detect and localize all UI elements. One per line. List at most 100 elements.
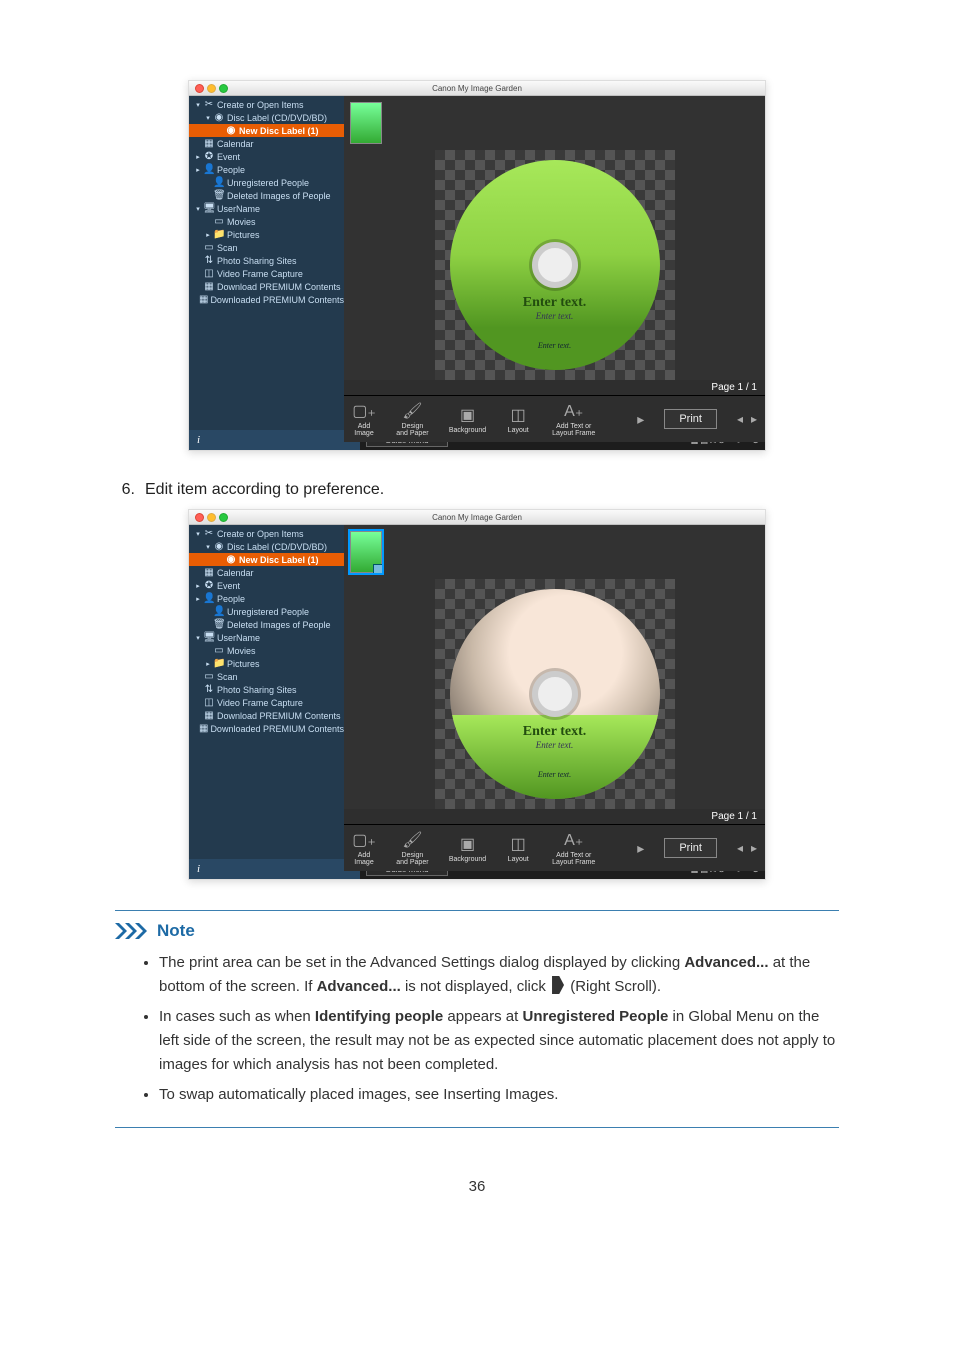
sidebar-item-disc-label[interactable]: ▾◉Disc Label (CD/DVD/BD) [189,540,344,553]
prev-page-icon[interactable]: ◂ [737,841,743,855]
people-icon: 👤 [203,164,215,175]
sidebar-item-downloaded-premium[interactable]: ▦Downloaded PREMIUM Contents [189,722,344,735]
sidebar-item-label: Pictures [227,659,260,669]
sidebar-item-download-premium[interactable]: ▦Download PREMIUM Contents [189,709,344,722]
disc-preview[interactable]: Enter text. Enter text. Enter text. [435,150,675,380]
page-thumbnail[interactable] [350,531,382,573]
sidebar-item-label: Photo Sharing Sites [217,256,297,266]
note-bullet-2: In cases such as when Identifying people… [159,1005,839,1077]
sidebar-item-downloaded-premium[interactable]: ▦Downloaded PREMIUM Contents [189,293,344,306]
add-text-button[interactable]: A₊Add Text or Layout Frame [550,401,597,437]
sidebar-item-label: Movies [227,646,256,656]
sidebar-item-pictures[interactable]: ▸📁Pictures [189,657,344,670]
sidebar-item-label: Download PREMIUM Contents [217,711,341,721]
photo-sharing-icon: ⇅ [203,255,215,266]
design-paper-button[interactable]: 🖌Design and Paper [396,401,429,437]
username-icon: 🖥 [203,632,215,643]
sidebar-item-label: Scan [217,672,238,682]
prev-page-icon[interactable]: ◂ [737,412,743,426]
sidebar-item-disc-label[interactable]: ▾◉Disc Label (CD/DVD/BD) [189,111,344,124]
sidebar-item-movies[interactable]: ▭Movies [189,644,344,657]
print-button[interactable]: Print [664,409,717,429]
next-page-icon[interactable]: ▸ [751,412,757,426]
sidebar-item-label: Disc Label (CD/DVD/BD) [227,113,327,123]
disc-text-3[interactable]: Enter text. [538,341,571,350]
event-icon: ✪ [203,151,215,162]
page-number: 36 [115,1178,839,1195]
sidebar-item-download-premium[interactable]: ▦Download PREMIUM Contents [189,280,344,293]
sidebar-item-photo-sharing[interactable]: ⇅Photo Sharing Sites [189,254,344,267]
sidebar-item-deleted-images[interactable]: 🗑Deleted Images of People [189,189,344,202]
disc-text-2[interactable]: Enter text. [536,740,574,750]
scan-icon: ▭ [203,671,215,682]
calendar-icon: ▦ [203,567,215,578]
sidebar-item-photo-sharing[interactable]: ⇅Photo Sharing Sites [189,683,344,696]
sidebar-item-create-open[interactable]: ▾✂Create or Open Items [189,527,344,540]
print-button[interactable]: Print [664,838,717,858]
page-indicator: Page 1 / 1 [344,380,765,395]
sidebar-item-video-frame[interactable]: ◫Video Frame Capture [189,267,344,280]
sidebar-item-movies[interactable]: ▭Movies [189,215,344,228]
sidebar-item-label: People [217,594,245,604]
disc-text-3[interactable]: Enter text. [538,770,571,779]
page-thumbnail[interactable] [350,102,382,144]
app-window-2: Canon My Image Garden ▾✂Create or Open I… [188,509,766,880]
disc-text-1[interactable]: Enter text. [523,295,587,311]
disc-text-2[interactable]: Enter text. [536,311,574,321]
sidebar-item-label: Unregistered People [227,607,309,617]
sidebar-item-label: Event [217,152,240,162]
titlebar: Canon My Image Garden [189,81,765,96]
sidebar-item-label: Scan [217,243,238,253]
sidebar-item-scan[interactable]: ▭Scan [189,241,344,254]
sidebar-item-new-disc-label[interactable]: ◉New Disc Label (1) [189,124,344,137]
sidebar-item-unregistered-people[interactable]: 👤Unregistered People [189,176,344,189]
disc-label-icon: ◉ [213,541,225,552]
sidebar-item-people[interactable]: ▸👤People [189,592,344,605]
add-text-button[interactable]: A₊Add Text or Layout Frame [550,830,597,866]
sidebar-item-people[interactable]: ▸👤People [189,163,344,176]
sidebar-item-username[interactable]: ▾🖥UserName [189,202,344,215]
sidebar-item-scan[interactable]: ▭Scan [189,670,344,683]
disc-text-1[interactable]: Enter text. [523,724,587,740]
photo-sharing-icon: ⇅ [203,684,215,695]
sidebar-item-pictures[interactable]: ▸📁Pictures [189,228,344,241]
sidebar-item-calendar[interactable]: ▦Calendar [189,137,344,150]
sidebar-item-label: Photo Sharing Sites [217,685,297,695]
pictures-icon: 📁 [213,658,225,669]
background-button[interactable]: ▣Background [449,834,486,863]
layout-button[interactable]: ◫Layout [506,405,530,434]
note-box: Note The print area can be set in the Ad… [115,910,839,1128]
create-open-icon: ✂ [203,528,215,539]
sidebar-item-username[interactable]: ▾🖥UserName [189,631,344,644]
canvas: Enter text. Enter text. Enter text. Page… [344,96,765,430]
next-page-icon[interactable]: ▸ [751,841,757,855]
add-image-button[interactable]: ▢₊Add Image [352,401,376,437]
sidebar-item-calendar[interactable]: ▦Calendar [189,566,344,579]
sidebar-item-event[interactable]: ▸✪Event [189,150,344,163]
layout-button[interactable]: ◫Layout [506,834,530,863]
download-premium-icon: ▦ [203,281,215,292]
sidebar-item-deleted-images[interactable]: 🗑Deleted Images of People [189,618,344,631]
downloaded-premium-icon: ▦ [199,294,208,305]
create-open-icon: ✂ [203,99,215,110]
sidebar-item-new-disc-label[interactable]: ◉New Disc Label (1) [189,553,344,566]
movies-icon: ▭ [213,645,225,656]
step-text: Edit item according to preference. [145,481,384,499]
disc-hole [532,671,578,717]
sidebar-item-label: Calendar [217,139,254,149]
info-tip: i [189,430,360,450]
deleted-images-icon: 🗑 [213,619,225,630]
background-button[interactable]: ▣Background [449,405,486,434]
unregistered-people-icon: 👤 [213,177,225,188]
sidebar-item-create-open[interactable]: ▾✂Create or Open Items [189,98,344,111]
sidebar-item-unregistered-people[interactable]: 👤Unregistered People [189,605,344,618]
sidebar-item-label: UserName [217,633,260,643]
sidebar-item-event[interactable]: ▸✪Event [189,579,344,592]
disc-label-icon: ◉ [213,112,225,123]
add-image-button[interactable]: ▢₊Add Image [352,830,376,866]
sidebar-item-video-frame[interactable]: ◫Video Frame Capture [189,696,344,709]
disc-preview[interactable]: Enter text. Enter text. Enter text. [435,579,675,809]
scroll-right-icon[interactable]: ▸ [637,411,644,428]
design-paper-button[interactable]: 🖌Design and Paper [396,830,429,866]
scroll-right-icon[interactable]: ▸ [637,840,644,857]
